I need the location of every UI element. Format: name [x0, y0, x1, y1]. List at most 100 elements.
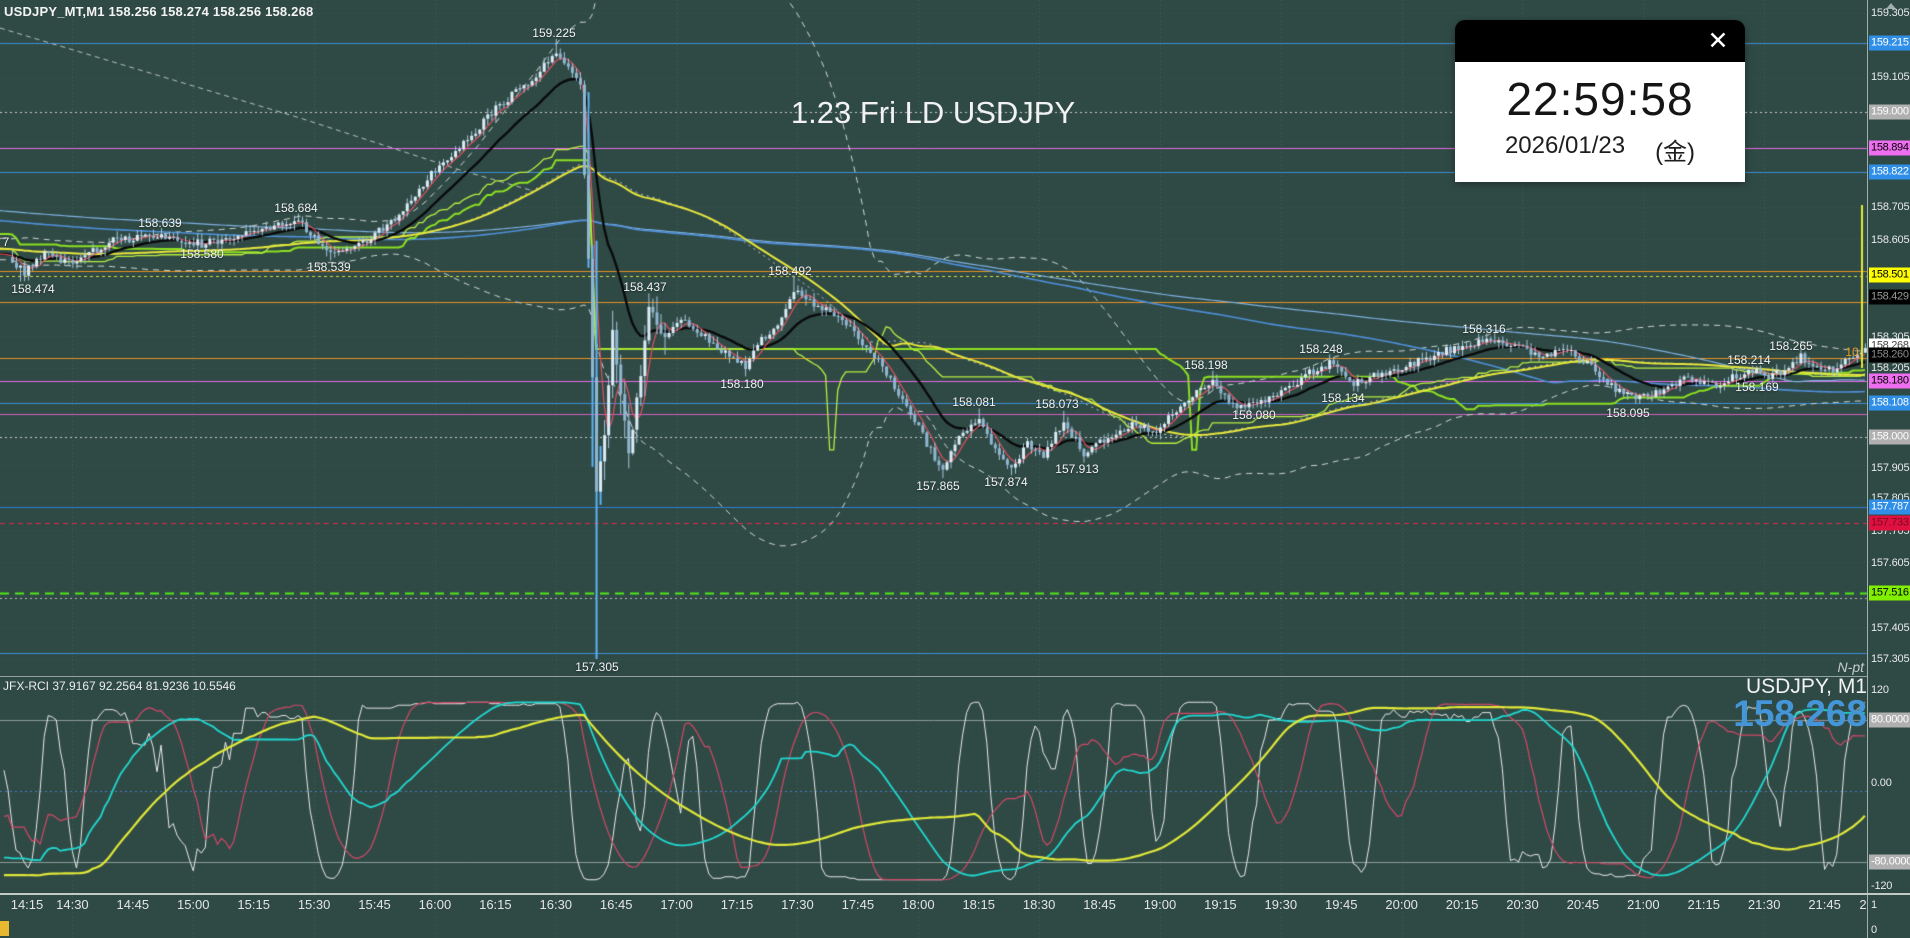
time-axis-separator [0, 893, 1910, 895]
price-axis-badge: 158.108 [1869, 395, 1910, 411]
time-axis-label: 16:45 [599, 897, 633, 912]
indicator-axis-label: 1 [1871, 899, 1877, 911]
price-axis-separator [1867, 0, 1868, 938]
panel-separator[interactable] [0, 676, 1867, 677]
watermark-label: N-pt [1837, 659, 1864, 675]
time-axis-label: 16:30 [539, 897, 573, 912]
time-axis-label: 14:45 [116, 897, 150, 912]
chart-price-annotation: 158.474 [11, 282, 55, 296]
current-price-label: 158.268 [1733, 693, 1867, 734]
time-axis-label: 20:15 [1445, 897, 1479, 912]
chart-price-annotation: 158.169 [1735, 380, 1779, 394]
chart-price-annotation: 158.580 [180, 247, 224, 261]
mt4-chart-window: USDJPY_MT,M1 158.256 158.274 158.256 158… [0, 0, 1910, 938]
time-axis-label: 20:30 [1506, 897, 1539, 912]
chart-price-annotation: 158.134 [1321, 391, 1365, 405]
clock-widget-body: 22:59:58 2026/01/23 (金) [1455, 62, 1745, 182]
time-axis-label: 14:15 [10, 897, 44, 912]
time-axis-label: 17:45 [841, 897, 875, 912]
chart-price-annotation: 158.639 [138, 216, 182, 230]
chart-price-annotation: 158.095 [1606, 406, 1650, 420]
time-axis-label: 15:45 [358, 897, 391, 912]
price-axis-badge: 159.000 [1869, 104, 1910, 120]
indicator-axis-badge: 80.0000 [1869, 712, 1910, 728]
clock-date-value: 2026/01/23 [1504, 132, 1626, 160]
chart-price-annotation: 159.225 [532, 26, 576, 40]
chart-price-annotation: 158.684 [274, 201, 318, 215]
price-axis-badge: 158.000 [1869, 429, 1910, 445]
chart-price-annotation: 158.539 [307, 260, 351, 274]
price-axis-label: 158.205 [1871, 362, 1910, 374]
time-axis-label: 17:30 [781, 897, 814, 912]
time-axis-label: 15:30 [297, 897, 331, 912]
time-axis-label: 20:45 [1566, 897, 1600, 912]
indicator-axis-label: 120 [1871, 684, 1889, 696]
chart-price-annotation: 158.492 [768, 264, 812, 278]
price-axis-badge: 157.787 [1869, 499, 1910, 515]
chart-price-annotation: 158.214 [1727, 353, 1771, 367]
price-axis-badge: 158.260 [1869, 347, 1910, 363]
price-axis-badge: 158.894 [1869, 140, 1910, 156]
clock-date: 2026/01/23 (金) [1455, 132, 1745, 167]
chart-price-annotation: 157.913 [1055, 462, 1099, 476]
price-axis-label: 157.905 [1871, 462, 1910, 474]
chart-price-annotation: 158.265 [1769, 339, 1813, 353]
chart-price-annotation: 158.180 [720, 377, 764, 391]
clock-weekday: (金) [1655, 139, 1696, 167]
time-axis-label: 19:15 [1204, 897, 1237, 912]
price-axis-badge: 158.822 [1869, 164, 1910, 180]
price-axis-label: 159.105 [1871, 71, 1910, 83]
ohlc-readout: USDJPY_MT,M1 158.256 158.274 158.256 158… [4, 4, 314, 19]
clock-time: 22:59:58 [1506, 73, 1694, 125]
indicator-axis-badge: -80.0000 [1869, 854, 1910, 870]
clock-widget[interactable]: ✕ 22:59:58 2026/01/23 (金) [1455, 20, 1745, 182]
time-axis-label: 16:00 [418, 897, 452, 912]
scroll-position-marker[interactable] [0, 921, 9, 936]
chart-price-annotation: 10 [1845, 345, 1859, 359]
chart-price-annotation: 158.080 [1232, 408, 1276, 422]
price-axis-badge: 158.429 [1869, 289, 1910, 305]
time-axis-label: 18:15 [962, 897, 995, 912]
price-axis-label: 158.605 [1871, 234, 1910, 246]
time-axis-label: 18:30 [1022, 897, 1056, 912]
time-axis-label: 15:00 [176, 897, 210, 912]
indicator-readout: JFX-RCI 37.9167 92.2564 81.9236 10.5546 [3, 679, 236, 693]
time-axis-label: 19:45 [1324, 897, 1358, 912]
price-axis-label: 157.305 [1871, 653, 1910, 665]
time-axis-label: 16:15 [479, 897, 512, 912]
price-axis-badge: 158.501 [1869, 267, 1910, 283]
price-axis-label: 157.605 [1871, 557, 1910, 569]
chart-price-annotation: 158.073 [1035, 397, 1079, 411]
price-axis-label: 158.705 [1871, 201, 1910, 213]
time-axis-label: 21:45 [1808, 897, 1841, 912]
time-axis-label: 19:00 [1143, 897, 1177, 912]
time-axis-label: 21:00 [1627, 897, 1660, 912]
price-axis-badge: 159.215 [1869, 35, 1910, 51]
chart-price-annotation: 157.865 [916, 479, 960, 493]
chart-price-annotation: 7 [2, 235, 10, 249]
time-axis-label: 15:15 [237, 897, 270, 912]
time-axis-label: 21:15 [1687, 897, 1721, 912]
price-axis-label: 159.305 [1871, 7, 1910, 19]
indicator-axis-label: 0 [1871, 924, 1877, 936]
time-axis-label: 19:30 [1264, 897, 1298, 912]
chart-title-overlay: 1.23 Fri LD USDJPY [790, 95, 1076, 130]
chart-price-annotation: 158.248 [1299, 342, 1343, 356]
chart-price-annotation: 158.198 [1184, 358, 1228, 372]
time-axis-label: 14:30 [56, 897, 89, 912]
time-axis-label: 17:15 [720, 897, 754, 912]
indicator-axis-label: -120 [1871, 880, 1893, 892]
price-axis-badge: 158.180 [1869, 373, 1910, 389]
clock-widget-header[interactable]: ✕ [1455, 20, 1745, 62]
chart-price-annotation: 158.081 [952, 395, 996, 409]
time-axis-label: 18:00 [902, 897, 935, 912]
close-icon[interactable]: ✕ [1703, 26, 1733, 56]
chart-price-annotation: 158.316 [1462, 322, 1506, 336]
time-axis-label: 21:30 [1747, 897, 1781, 912]
time-axis-label: 20:00 [1385, 897, 1418, 912]
time-axis-label: 17:00 [660, 897, 693, 912]
time-axis-label: 18:45 [1083, 897, 1116, 912]
price-axis-label: 157.405 [1871, 622, 1910, 634]
indicator-axis-label: 0.00 [1871, 777, 1892, 789]
price-axis-badge: 157.516 [1869, 585, 1910, 601]
